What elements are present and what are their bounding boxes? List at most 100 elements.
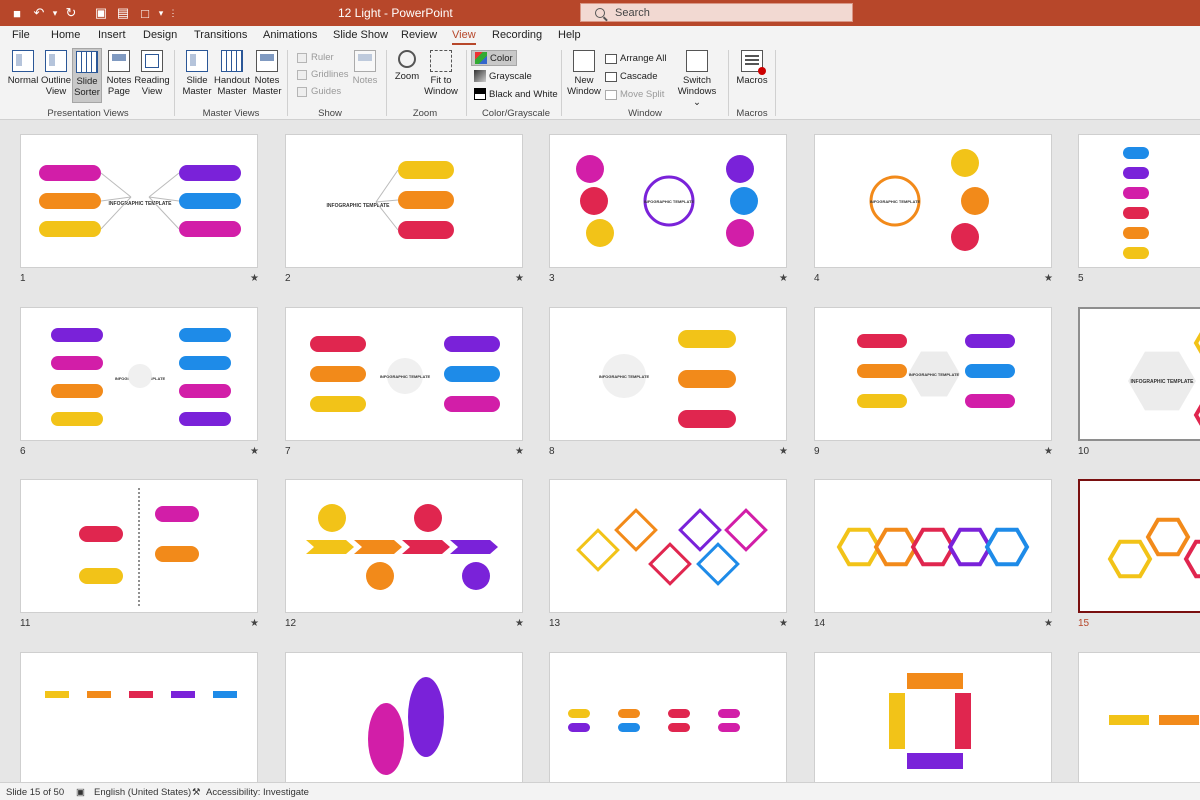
slide-thumbnail-4[interactable]: INFOGRAPHIC TEMPLATE: [814, 134, 1052, 268]
animation-star-icon[interactable]: ★: [515, 618, 524, 629]
chevron-down-icon[interactable]: ▾: [156, 4, 166, 22]
animation-star-icon[interactable]: ★: [779, 618, 788, 629]
tab-recording[interactable]: Recording: [492, 29, 542, 41]
ribbon: Normal Outline View Slide Sorter Notes P…: [0, 46, 1200, 120]
slide-preview: INFOGRAPHIC TEMPLATE: [576, 155, 758, 247]
slide-thumbnail-5[interactable]: [1078, 134, 1200, 268]
group-separator: [775, 50, 776, 116]
zoom-button[interactable]: Zoom: [392, 50, 422, 82]
slide-thumbnail-10[interactable]: INFOGRAPHIC TEMPLATE: [1078, 307, 1200, 441]
slide-sorter-pane: INFOGRAPHIC TEMPLATE 1 ★ INFOGRAPHIC TEMPLA…: [0, 121, 1200, 782]
handout-label-2: Master: [217, 86, 247, 97]
group-separator: [728, 50, 729, 116]
animation-star-icon[interactable]: ★: [250, 618, 259, 629]
slide-preview: INFOGRAPHIC TEMPLATE: [599, 330, 736, 428]
switch-windows-button[interactable]: Switch Windows ⌄: [674, 50, 720, 108]
animation-star-icon[interactable]: ★: [250, 446, 259, 457]
tab-review[interactable]: Review: [401, 29, 437, 41]
slide-thumbnail-15[interactable]: [1078, 479, 1200, 613]
tab-file[interactable]: File: [12, 29, 30, 41]
gridlines-checkbox[interactable]: Gridlines: [297, 69, 349, 80]
reading-view-button[interactable]: Reading View: [134, 50, 170, 97]
tab-view[interactable]: View: [452, 29, 476, 45]
infographic-circle: [951, 223, 979, 251]
slide-thumbnail-17[interactable]: [285, 652, 523, 782]
infographic-hexagon: [1193, 332, 1200, 354]
black-and-white-button[interactable]: Black and White: [471, 86, 561, 102]
slide-master-label-1: Slide: [186, 75, 208, 86]
animation-star-icon[interactable]: ★: [1044, 273, 1053, 284]
infographic-pill: [179, 193, 241, 209]
tab-insert[interactable]: Insert: [98, 29, 126, 41]
slide-thumbnail-16[interactable]: [20, 652, 258, 782]
animation-star-icon[interactable]: ★: [515, 273, 524, 284]
animation-star-icon[interactable]: ★: [250, 273, 259, 284]
animation-star-icon[interactable]: ★: [1044, 446, 1053, 457]
slide-thumbnail-6[interactable]: INFOGRAPHIC TEMPLATE: [20, 307, 258, 441]
macros-button[interactable]: Macros: [734, 50, 770, 86]
present-icon[interactable]: ▣: [90, 4, 112, 22]
notes-button[interactable]: Notes: [352, 50, 378, 86]
notes-master-icon: [256, 50, 278, 72]
slide-master-button[interactable]: Slide Master: [180, 50, 214, 97]
chevron-down-icon[interactable]: ▾: [50, 4, 60, 22]
tab-design[interactable]: Design: [143, 29, 177, 41]
slide-thumbnail-18[interactable]: [549, 652, 787, 782]
spelling-icon[interactable]: ▣: [76, 787, 85, 798]
accessibility-status[interactable]: Accessibility: Investigate: [206, 787, 309, 798]
notes-page-button[interactable]: Notes Page: [104, 50, 134, 97]
new-window-button[interactable]: New Window: [566, 50, 602, 97]
animation-star-icon[interactable]: ★: [779, 446, 788, 457]
slide-thumbnail-20[interactable]: [1078, 652, 1200, 782]
tab-home[interactable]: Home: [51, 29, 80, 41]
language-indicator[interactable]: English (United States): [94, 787, 191, 798]
outline-view-button[interactable]: Outline View: [40, 50, 72, 97]
slide-title-text: INFOGRAPHIC TEMPLATE: [599, 374, 650, 379]
infographic-diamond: [696, 542, 740, 586]
tab-help[interactable]: Help: [558, 29, 581, 41]
slide-thumbnail-1[interactable]: INFOGRAPHIC TEMPLATE: [20, 134, 258, 268]
slide-thumbnail-2[interactable]: INFOGRAPHIC TEMPLATE: [285, 134, 523, 268]
shape-icon[interactable]: □: [134, 4, 156, 22]
normal-view-button[interactable]: Normal: [6, 50, 40, 86]
slide-thumbnail-13[interactable]: [549, 479, 787, 613]
slide-thumbnail-8[interactable]: INFOGRAPHIC TEMPLATE: [549, 307, 787, 441]
infographic-circle: [580, 187, 608, 215]
slide-thumbnail-3[interactable]: INFOGRAPHIC TEMPLATE: [549, 134, 787, 268]
slide-thumbnail-12[interactable]: [285, 479, 523, 613]
text-box-icon[interactable]: ▤: [112, 4, 134, 22]
slide-thumbnail-11[interactable]: [20, 479, 258, 613]
move-split-button[interactable]: Move Split: [605, 89, 664, 100]
save-icon[interactable]: ■: [6, 4, 28, 22]
arrange-all-button[interactable]: Arrange All: [605, 53, 666, 64]
slide-number: 4: [814, 273, 820, 284]
tab-slide-show[interactable]: Slide Show: [333, 29, 388, 41]
search-input[interactable]: Search: [580, 3, 853, 22]
animation-star-icon[interactable]: ★: [515, 446, 524, 457]
redo-icon[interactable]: ↻: [60, 4, 82, 22]
slide-sorter-button[interactable]: Slide Sorter: [72, 48, 102, 103]
slide-counter[interactable]: Slide 15 of 50: [6, 787, 64, 798]
handout-master-button[interactable]: Handout Master: [214, 50, 250, 97]
infographic-diamond: [614, 508, 658, 552]
slide-thumbnail-14[interactable]: [814, 479, 1052, 613]
slide-thumbnail-19[interactable]: [814, 652, 1052, 782]
animation-star-icon[interactable]: ★: [779, 273, 788, 284]
slide-thumbnail-7[interactable]: INFOGRAPHIC TEMPLATE: [285, 307, 523, 441]
animation-star-icon[interactable]: ★: [1044, 618, 1053, 629]
cascade-button[interactable]: Cascade: [605, 71, 658, 82]
checkbox-icon: [297, 86, 307, 97]
guides-checkbox[interactable]: Guides: [297, 86, 341, 97]
slide-thumbnail-9[interactable]: INFOGRAPHIC TEMPLATE: [814, 307, 1052, 441]
tab-animations[interactable]: Animations: [263, 29, 317, 41]
undo-icon[interactable]: ↶: [28, 4, 50, 22]
fit-to-window-button[interactable]: Fit to Window: [422, 50, 460, 97]
grayscale-button[interactable]: Grayscale: [471, 68, 535, 84]
slide-title-text: INFOGRAPHIC TEMPLATE: [1131, 379, 1195, 385]
notes-master-button[interactable]: Notes Master: [252, 50, 282, 97]
tab-transitions[interactable]: Transitions: [194, 29, 247, 41]
color-button[interactable]: Color: [471, 50, 517, 66]
customize-qat-icon[interactable]: ⋮: [166, 4, 180, 22]
ruler-checkbox[interactable]: Ruler: [297, 52, 334, 63]
grayscale-icon: [474, 70, 486, 82]
